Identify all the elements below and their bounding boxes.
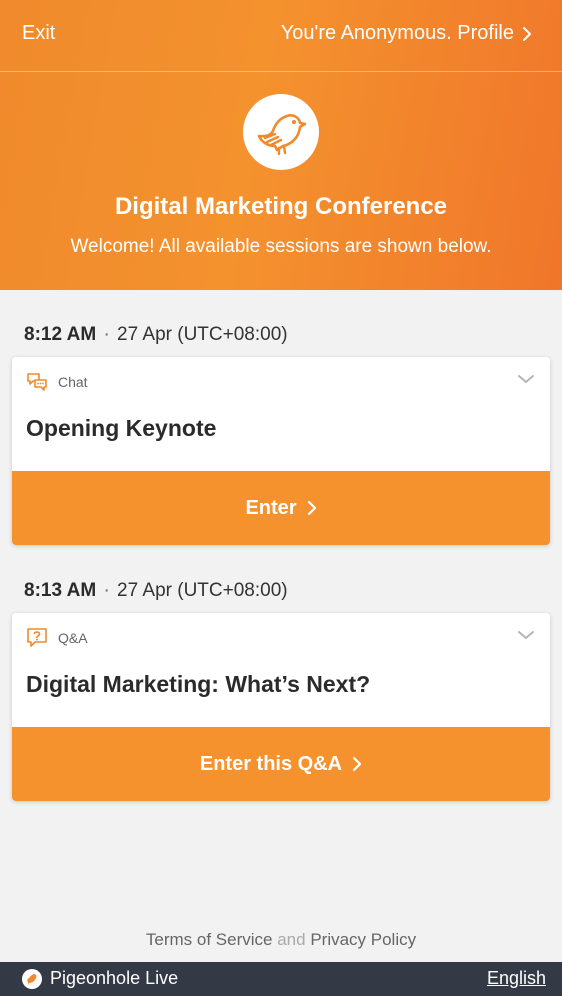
session-card: Chat Opening Keynote Enter (12, 357, 550, 545)
chevron-right-icon (522, 26, 532, 42)
enter-qa-button[interactable]: Enter this Q&A (12, 727, 550, 801)
profile-label: You're Anonymous. Profile (280, 22, 514, 44)
privacy-policy-link[interactable]: Privacy Policy (310, 930, 416, 949)
enter-button-label: Enter (245, 496, 297, 519)
page: Exit You're Anonymous. Profile Digital M… (0, 0, 562, 996)
session-time: 8:12 AM · 27 Apr (UTC+08:00) (24, 324, 288, 346)
pigeon-logo-icon (243, 94, 319, 170)
question-icon (26, 627, 48, 649)
terms-of-service-link[interactable]: Terms of Service (146, 930, 273, 949)
event-title: Digital Marketing Conference (114, 193, 448, 220)
session-type: Q&A (26, 627, 88, 649)
legal-and: and (277, 930, 306, 949)
session-date: 27 Apr (UTC+08:00) (117, 324, 288, 345)
top-bar: Exit You're Anonymous. Profile (0, 0, 562, 72)
legal-links: Terms of Service and Privacy Policy (0, 930, 562, 950)
event-welcome-text: Welcome! All available sessions are show… (70, 236, 492, 257)
session-card: Q&A Digital Marketing: What’s Next? Ente… (12, 613, 550, 801)
chevron-right-icon (307, 500, 317, 516)
session-type-label: Q&A (58, 630, 88, 646)
language-selector[interactable]: English (487, 968, 546, 989)
chat-icon (26, 371, 48, 393)
brand-name: Pigeonhole Live (50, 968, 179, 988)
separator-dot: · (103, 324, 110, 345)
event-header: Exit You're Anonymous. Profile Digital M… (0, 0, 562, 290)
separator-dot: · (103, 580, 110, 601)
brand: Pigeonhole Live (22, 968, 178, 989)
enter-session-button[interactable]: Enter (12, 471, 550, 545)
profile-link[interactable]: You're Anonymous. Profile (281, 22, 532, 45)
session-title: Opening Keynote (26, 415, 217, 441)
session-date: 27 Apr (UTC+08:00) (117, 580, 288, 601)
footer-bar: Pigeonhole Live English (0, 962, 562, 996)
session-title: Digital Marketing: What’s Next? (26, 671, 371, 697)
session-type: Chat (26, 371, 88, 393)
session-card-body: Chat Opening Keynote (12, 357, 550, 471)
pigeonhole-logo-icon (22, 968, 42, 989)
session-time-value: 8:13 AM (24, 580, 97, 601)
exit-button[interactable]: Exit (22, 22, 55, 45)
chevron-right-icon (352, 756, 362, 772)
session-time: 8:13 AM · 27 Apr (UTC+08:00) (24, 580, 288, 602)
chevron-down-icon[interactable] (516, 371, 536, 387)
session-time-value: 8:12 AM (24, 324, 97, 345)
session-type-label: Chat (58, 374, 88, 390)
session-card-body: Q&A Digital Marketing: What’s Next? (12, 613, 550, 727)
enter-button-label: Enter this Q&A (199, 752, 343, 775)
chevron-down-icon[interactable] (516, 627, 536, 643)
